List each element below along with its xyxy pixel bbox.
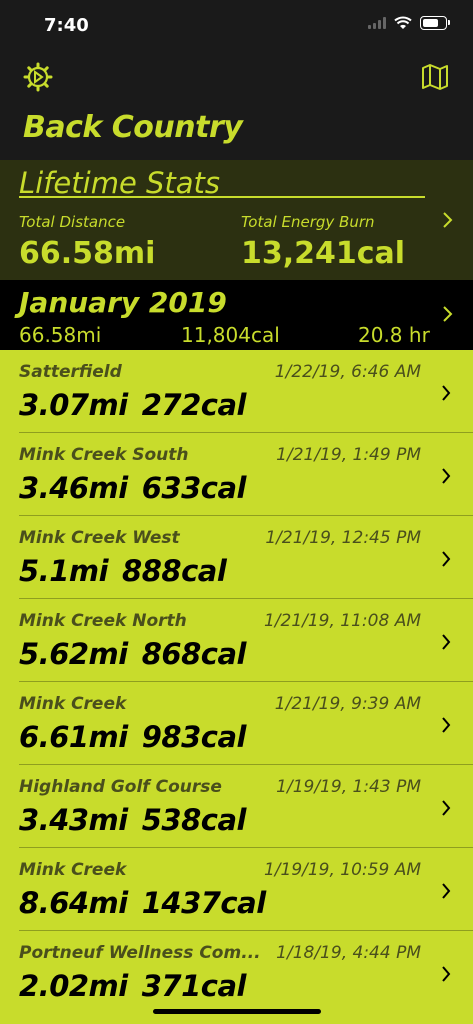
chevron-right-icon[interactable] bbox=[441, 633, 451, 651]
home-indicator[interactable] bbox=[153, 1009, 321, 1014]
activity-stats: 6.61mi 983cal bbox=[19, 720, 246, 754]
activity-date: 1/21/19, 12:45 PM bbox=[265, 528, 421, 548]
activity-name: Mink Creek bbox=[19, 860, 127, 880]
activity-date: 1/22/19, 6:46 AM bbox=[274, 362, 421, 382]
activity-row[interactable]: Mink Creek North 1/21/19, 11:08 AM 5.62m… bbox=[19, 599, 473, 682]
activity-calories: 633cal bbox=[141, 471, 247, 505]
activity-distance: 3.07mi bbox=[19, 388, 128, 422]
activity-stats: 3.07mi 272cal bbox=[19, 388, 246, 422]
activity-list: Satterfield 1/22/19, 6:46 AM 3.07mi 272ca… bbox=[0, 350, 473, 1013]
activity-calories: 888cal bbox=[122, 554, 227, 588]
lifetime-stats-title: Lifetime Stats bbox=[19, 166, 221, 200]
chevron-right-icon[interactable] bbox=[441, 799, 451, 817]
chevron-right-icon[interactable] bbox=[441, 965, 451, 983]
chevron-right-icon[interactable] bbox=[441, 467, 451, 485]
activity-distance: 3.43mi bbox=[19, 803, 128, 837]
month-duration: 20.8 hr bbox=[358, 323, 430, 347]
activity-distance: 5.62mi bbox=[19, 637, 128, 671]
map-icon[interactable] bbox=[421, 64, 449, 90]
month-distance: 66.58mi bbox=[19, 323, 102, 347]
activity-row[interactable]: Highland Golf Course 1/19/19, 1:43 PM 3.… bbox=[19, 765, 473, 848]
activity-stats: 5.1mi 888cal bbox=[19, 554, 227, 588]
activity-calories: 1437cal bbox=[141, 886, 266, 920]
activity-name: Mink Creek South bbox=[19, 445, 189, 465]
activity-stats: 2.02mi 371cal bbox=[19, 969, 246, 1003]
activity-name: Mink Creek West bbox=[19, 528, 180, 548]
activity-name: Highland Golf Course bbox=[19, 777, 222, 797]
gear-icon[interactable] bbox=[23, 62, 53, 92]
activity-stats: 5.62mi 868cal bbox=[19, 637, 246, 671]
activity-date: 1/19/19, 1:43 PM bbox=[276, 777, 421, 797]
activity-distance: 3.46mi bbox=[19, 471, 128, 505]
status-icons bbox=[368, 16, 450, 30]
status-time: 7:40 bbox=[44, 15, 89, 36]
chevron-right-icon[interactable] bbox=[442, 210, 454, 230]
activity-row[interactable]: Mink Creek 1/21/19, 9:39 AM 6.61mi 983cal bbox=[19, 682, 473, 765]
activity-date: 1/21/19, 9:39 AM bbox=[274, 694, 421, 714]
activity-date: 1/21/19, 11:08 AM bbox=[263, 611, 421, 631]
activity-date: 1/18/19, 4:44 PM bbox=[276, 943, 421, 963]
activity-date: 1/19/19, 10:59 AM bbox=[263, 860, 421, 880]
app-title: Back Country bbox=[23, 110, 243, 145]
activity-distance: 6.61mi bbox=[19, 720, 128, 754]
chevron-right-icon[interactable] bbox=[441, 882, 451, 900]
activity-distance: 5.1mi bbox=[19, 554, 109, 588]
total-energy-value: 13,241cal bbox=[241, 236, 406, 271]
chevron-right-icon[interactable] bbox=[441, 716, 451, 734]
activity-row[interactable]: Mink Creek West 1/21/19, 12:45 PM 5.1mi 8… bbox=[19, 516, 473, 599]
month-calories: 11,804cal bbox=[181, 323, 280, 347]
activity-name: Mink Creek bbox=[19, 694, 127, 714]
header-bar: 7:40 Back Country bbox=[0, 0, 473, 160]
total-distance-label: Total Distance bbox=[19, 213, 126, 231]
activity-name: Portneuf Wellness Com... bbox=[19, 943, 261, 963]
activity-calories: 868cal bbox=[141, 637, 247, 671]
activity-row[interactable]: Satterfield 1/22/19, 6:46 AM 3.07mi 272ca… bbox=[19, 350, 473, 433]
activity-row[interactable]: Portneuf Wellness Com... 1/18/19, 4:44 P… bbox=[19, 931, 473, 1013]
activity-name: Mink Creek North bbox=[19, 611, 187, 631]
activity-row[interactable]: Mink Creek South 1/21/19, 1:49 PM 3.46mi… bbox=[19, 433, 473, 516]
activity-row[interactable]: Mink Creek 1/19/19, 10:59 AM 8.64mi 1437c… bbox=[19, 848, 473, 931]
wifi-icon bbox=[394, 16, 412, 29]
activity-name: Satterfield bbox=[19, 362, 122, 382]
lifetime-stats-underline bbox=[19, 196, 425, 198]
activity-calories: 371cal bbox=[141, 969, 247, 1003]
signal-icon bbox=[368, 17, 386, 29]
battery-icon bbox=[420, 16, 450, 30]
total-distance-value: 66.58mi bbox=[19, 236, 156, 271]
activity-stats: 3.43mi 538cal bbox=[19, 803, 246, 837]
activity-distance: 8.64mi bbox=[19, 886, 128, 920]
activity-calories: 272cal bbox=[141, 388, 247, 422]
activity-stats: 8.64mi 1437cal bbox=[19, 886, 266, 920]
activity-calories: 983cal bbox=[141, 720, 247, 754]
month-title: January 2019 bbox=[19, 286, 227, 319]
activity-calories: 538cal bbox=[141, 803, 247, 837]
chevron-right-icon[interactable] bbox=[441, 384, 451, 402]
chevron-right-icon[interactable] bbox=[441, 550, 451, 568]
activity-stats: 3.46mi 633cal bbox=[19, 471, 246, 505]
activity-distance: 2.02mi bbox=[19, 969, 128, 1003]
chevron-right-icon[interactable] bbox=[442, 304, 454, 324]
activity-date: 1/21/19, 1:49 PM bbox=[276, 445, 421, 465]
total-energy-label: Total Energy Burn bbox=[241, 213, 375, 231]
